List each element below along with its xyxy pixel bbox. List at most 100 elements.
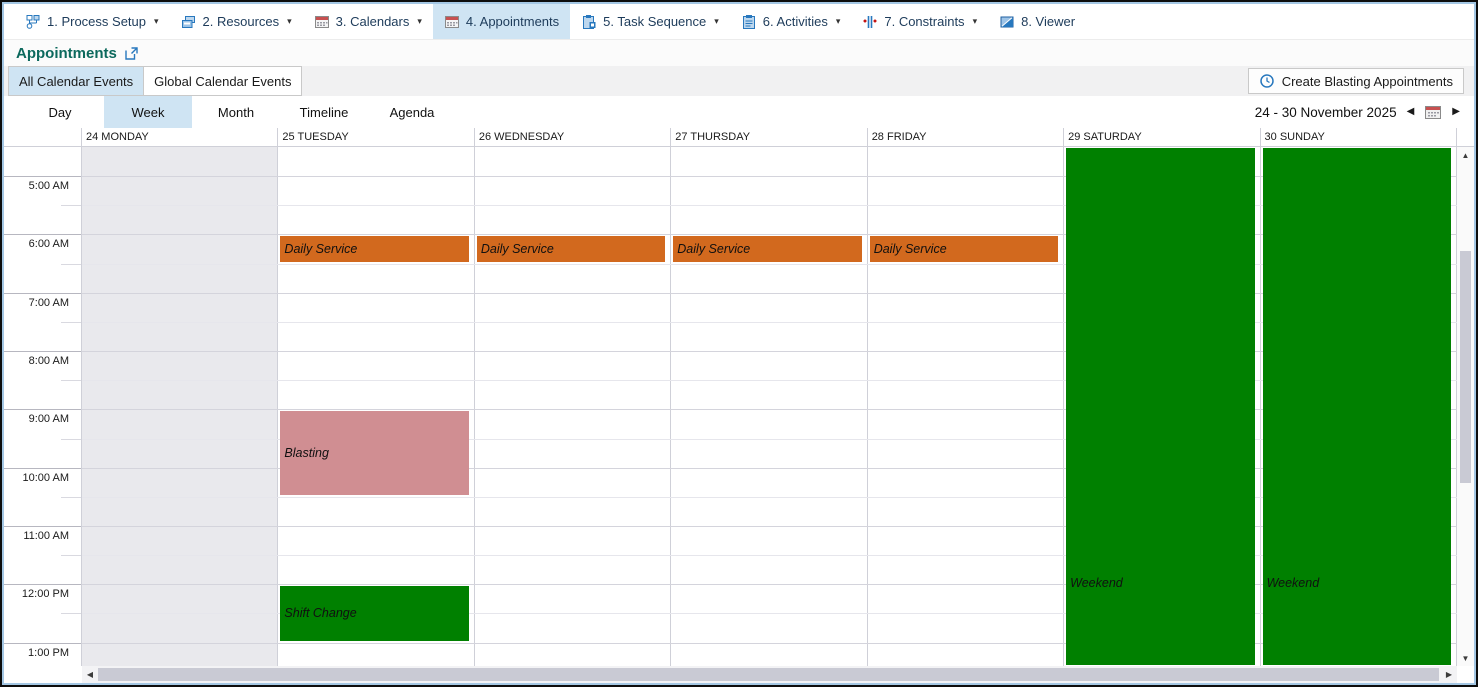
gutter-hour-line [4,467,81,469]
time-label: 9:00 AM [28,413,69,426]
time-label: 8:00 AM [28,355,69,368]
day-header-29-saturday[interactable]: 29 SATURDAY [1064,128,1261,146]
view-tabs: Day Week Month Timeline Agenda [4,96,456,128]
event-title: Daily Service [480,242,554,256]
calendar-event-shift-change[interactable]: Shift Change [280,586,469,641]
activities-icon [741,14,757,30]
appointments-icon [444,14,460,30]
event-title: Blasting [284,446,329,461]
prev-week-arrow[interactable]: ◀ [1407,107,1415,117]
ribbon-tab-6-activities[interactable]: 6. Activities ▾ [730,4,852,39]
ribbon-tab-8-viewer[interactable]: 8. Viewer [988,4,1086,39]
calendar-event-daily-service[interactable]: Daily Service [869,236,1059,262]
day-header-28-friday[interactable]: 28 FRIDAY [868,128,1065,146]
calendar-event-weekend[interactable]: Weekend [1262,148,1451,665]
calendar-event-daily-service[interactable]: Daily Service [476,236,666,262]
gutter-hour-line [4,351,81,353]
scroll-down-arrow[interactable]: ▼ [1457,650,1474,666]
gutter-half-hour-tick [61,438,81,440]
ribbon-tab-3-calendars[interactable]: 3. Calendars ▾ [303,4,433,39]
vertical-scroll-thumb[interactable] [1460,251,1471,483]
constraints-icon [862,14,878,30]
day-column-26-wednesday[interactable] [475,147,672,666]
clock-icon [1259,73,1275,89]
time-label: 1:00 PM [28,646,69,659]
view-tab-label: Month [217,104,255,120]
ribbon-tab-label: 4. Appointments [465,14,560,29]
date-picker-calendar-icon[interactable] [1424,104,1442,120]
view-tab-timeline[interactable]: Timeline [280,96,368,128]
horizontal-scrollbar-row: ◀ ▶ [4,666,1474,683]
ribbon-tab-7-constraints[interactable]: 7. Constraints ▾ [851,4,988,39]
date-navigator: 24 - 30 November 2025 ◀ ▶ [1255,96,1474,128]
open-in-new-window-icon[interactable] [124,46,139,61]
gutter-half-hour-tick [61,496,81,498]
filter-tab-global-calendar-events[interactable]: Global Calendar Events [143,66,303,96]
ribbon-tab-label: 8. Viewer [1021,14,1076,29]
ribbon-tab-4-appointments[interactable]: 4. Appointments [432,4,571,39]
ribbon-tab-1-process-setup[interactable]: 1. Process Setup ▾ [14,4,170,39]
calendar-grid: 5:00 AM 6:00 AM 7:00 AM 8:00 AM 9:00 AM 10:00… [4,147,1474,666]
ribbon-tabs: 1. Process Setup ▾ 2. Resources ▾ 3. Calenda… [4,4,1474,40]
scroll-up-arrow[interactable]: ▲ [1457,147,1474,163]
resources-icon [181,14,197,30]
event-title: Daily Service [873,242,947,256]
scroll-right-arrow[interactable]: ▶ [1441,666,1457,683]
calendar-event-daily-service[interactable]: Daily Service [280,236,469,262]
gutter-hour-line [4,409,81,411]
gutter-half-hour-tick [61,380,81,382]
filter-tab-all-calendar-events[interactable]: All Calendar Events [8,66,145,96]
ribbon-tab-label: 1. Process Setup [47,14,146,29]
day-header-spacer [1457,128,1474,146]
app-window: 1. Process Setup ▾ 2. Resources ▾ 3. Calenda… [0,0,1478,687]
task-sequence-icon [581,14,597,30]
filter-tab-label: Global Calendar Events [154,73,292,89]
ribbon-tab-label: 6. Activities [762,14,828,29]
gutter-hour-line [4,584,81,586]
filter-bar: All Calendar Events Global Calendar Event… [4,66,1474,96]
time-label: 5:00 AM [28,180,69,193]
gutter-hour-line [4,292,81,294]
calendars-icon [314,14,330,30]
ribbon-tab-2-resources[interactable]: 2. Resources ▾ [170,4,303,39]
day-header-25-tuesday[interactable]: 25 TUESDAY [278,128,475,146]
gutter-hour-line [4,525,81,527]
calendar-event-daily-service[interactable]: Daily Service [673,236,862,262]
ribbon-tab-5-task-sequence[interactable]: 5. Task Sequence ▾ [570,4,730,39]
gutter-hour-line [4,176,81,178]
date-range-label: 24 - 30 November 2025 [1254,104,1397,120]
vertical-scrollbar[interactable]: ▲ ▼ [1457,147,1474,666]
view-tab-day[interactable]: Day [16,96,104,128]
create-blasting-appointments-button[interactable]: Create Blasting Appointments [1247,68,1464,94]
view-tab-week[interactable]: Week [104,96,192,128]
page-header: Appointments [4,40,1474,66]
time-label: 7:00 AM [28,296,69,309]
horizontal-scroll-thumb[interactable] [98,668,1439,681]
horizontal-scrollbar[interactable]: ◀ ▶ [82,666,1457,683]
calendar-event-weekend[interactable]: Weekend [1066,148,1255,665]
day-column-28-friday[interactable] [868,147,1065,666]
scroll-left-arrow[interactable]: ◀ [82,666,98,683]
calendar: 24 MONDAY 25 TUESDAY 26 WEDNESDAY 27 THURSD… [4,128,1474,683]
day-columns[interactable]: Daily Service Daily Service Daily Service D… [82,147,1457,666]
view-tab-agenda[interactable]: Agenda [368,96,456,128]
view-tab-label: Agenda [389,104,435,120]
day-header-24-monday[interactable]: 24 MONDAY [82,128,279,146]
gutter-half-hour-tick [61,613,81,615]
day-header-corner [4,128,82,146]
chevron-down-icon: ▾ [714,16,719,26]
chevron-down-icon: ▾ [972,16,978,26]
day-header-30-sunday[interactable]: 30 SUNDAY [1261,128,1457,146]
day-header-27-thursday[interactable]: 27 THURSDAY [671,128,868,146]
view-tab-month[interactable]: Month [192,96,280,128]
next-week-arrow[interactable]: ▶ [1452,107,1460,117]
viewer-icon [999,14,1015,30]
day-header-26-wednesday[interactable]: 26 WEDNESDAY [475,128,672,146]
view-toolbar: Day Week Month Timeline Agenda 24 - 30 Novem… [4,96,1474,128]
calendar-event-blasting[interactable]: Blasting [280,411,469,495]
day-column-27-thursday[interactable] [671,147,868,666]
ribbon-tab-label: 5. Task Sequence [603,14,707,29]
day-column-24-monday[interactable] [82,147,279,666]
app-frame: 1. Process Setup ▾ 2. Resources ▾ 3. Calenda… [2,2,1476,685]
gutter-half-hour-tick [61,205,81,207]
